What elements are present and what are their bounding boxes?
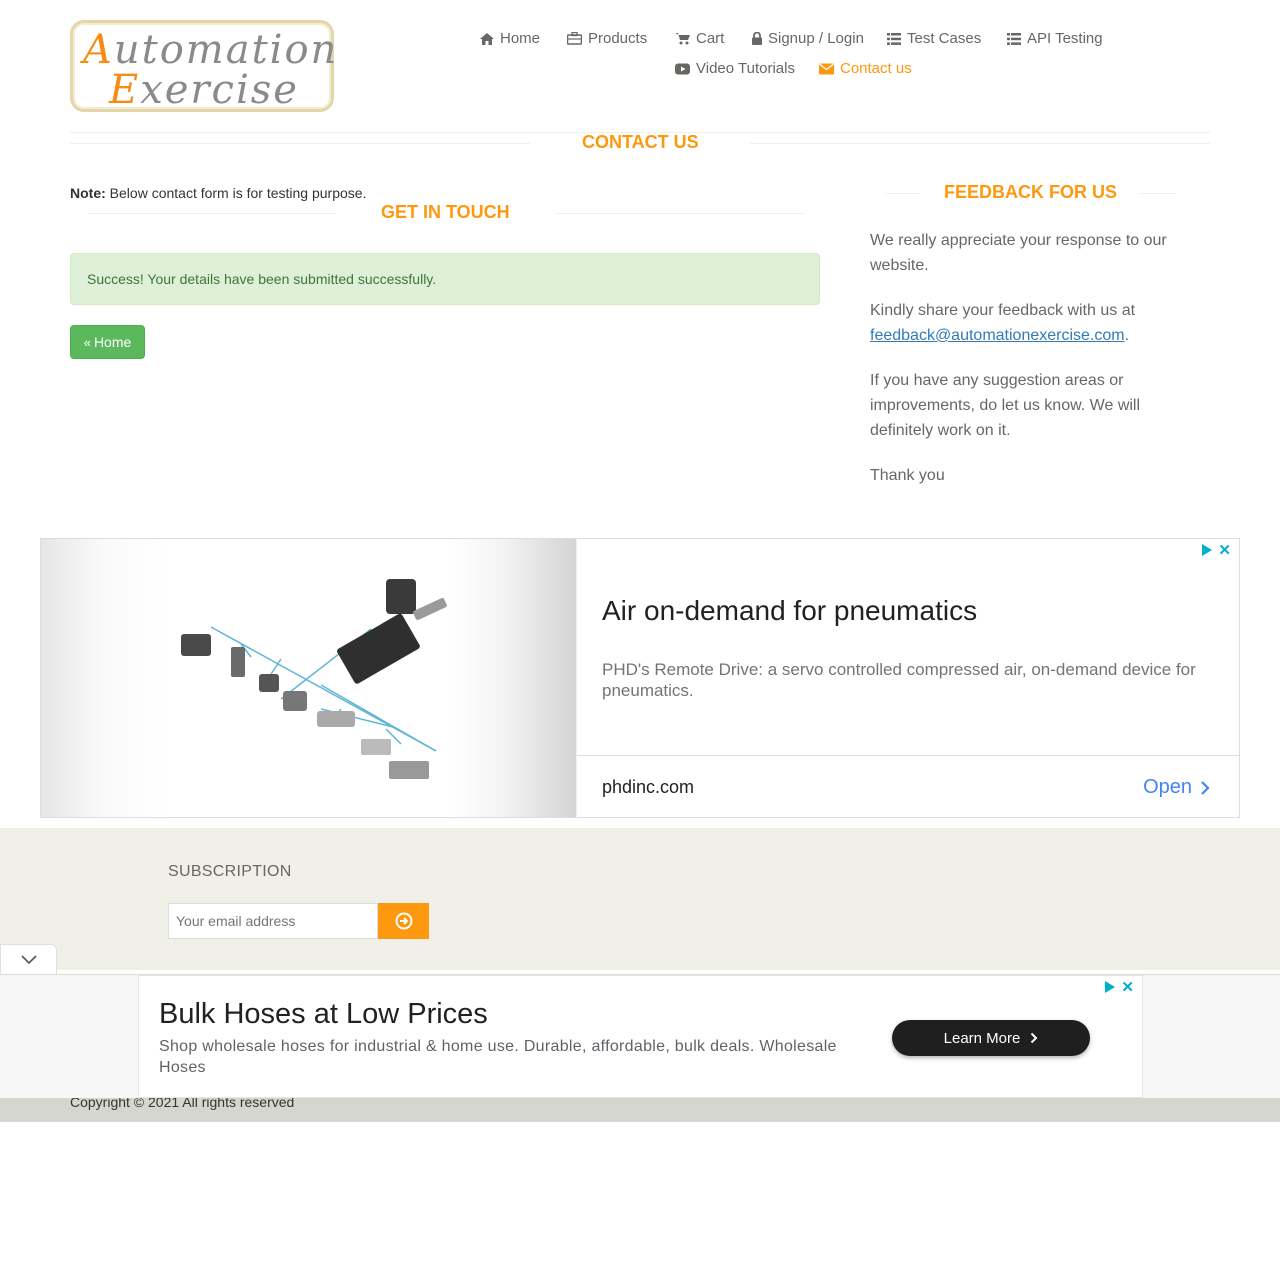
chevron-right-icon	[1201, 780, 1210, 795]
feedback-paragraph: Thank you	[870, 467, 945, 484]
ad-image[interactable]	[41, 539, 576, 817]
logo-line-2: Exercise	[109, 67, 299, 113]
subscribe-button[interactable]	[378, 903, 429, 939]
pneumatic-diagram-icon	[181, 579, 447, 779]
feedback-paragraph: If you have any suggestion areas or impr…	[870, 372, 1141, 439]
ad-collapse-toggle[interactable]	[0, 944, 57, 974]
success-alert: Success! Your details have been submitte…	[70, 253, 820, 305]
lock-icon	[752, 32, 762, 45]
nav-home-label: Home	[500, 30, 541, 47]
list-icon	[1007, 32, 1021, 45]
ad-choices[interactable]: ✕	[1105, 978, 1134, 996]
title-rule-right	[1140, 193, 1175, 194]
note-label: Note:	[70, 185, 106, 201]
nav-signup-login-label: Signup / Login	[768, 30, 864, 47]
ad-text-column[interactable]: Air on-demand for pneumatics PHD's Remot…	[576, 539, 1239, 817]
ad-learn-more-button[interactable]: Learn More	[892, 1020, 1090, 1056]
ad-description: Shop wholesale hoses for industrial & ho…	[159, 1038, 837, 1076]
get-in-touch-title: GET IN TOUCH	[381, 202, 510, 222]
ad-open-label: Open	[1143, 776, 1192, 798]
double-chevron-left-icon: «	[83, 334, 91, 350]
nav-api-testing[interactable]: API Testing	[1007, 30, 1103, 47]
ad-headline[interactable]: Bulk Hoses at Low Prices	[159, 998, 488, 1031]
close-icon[interactable]: ✕	[1218, 541, 1231, 559]
ad-description: PHD's Remote Drive: a servo controlled c…	[602, 660, 1196, 700]
envelope-icon	[819, 62, 834, 74]
ad-domain: phdinc.com	[602, 777, 695, 797]
ad-choices[interactable]: ✕	[1202, 541, 1231, 559]
list-icon	[887, 32, 901, 45]
ad-learn-more-label: Learn More	[943, 1029, 1021, 1047]
nav-contact-us[interactable]: Contact us	[819, 60, 912, 77]
title-rule-left	[885, 193, 920, 194]
ad-open-button[interactable]: Open	[1143, 776, 1210, 799]
cart-icon	[675, 33, 690, 45]
nav-cart-label: Cart	[696, 30, 725, 47]
feedback-paragraph: We really appreciate your response to ou…	[870, 232, 1167, 274]
subscription-email-input[interactable]	[168, 903, 378, 939]
ad-footer[interactable]: phdinc.com Open	[577, 755, 1239, 817]
chevron-down-icon	[20, 954, 37, 964]
nav-api-testing-label: API Testing	[1027, 30, 1103, 47]
nav-products[interactable]: Products	[567, 30, 647, 47]
nav-signup-login[interactable]: Signup / Login	[752, 30, 864, 47]
home-icon	[480, 32, 494, 45]
arrow-circle-right-icon	[395, 912, 412, 930]
feedback-paragraph: Kindly share your feedback with us at fe…	[870, 298, 1190, 348]
ad-banner-pneumatics[interactable]: Air on-demand for pneumatics PHD's Remot…	[40, 538, 1240, 818]
title-rule-right	[750, 143, 1210, 144]
title-rule-left	[70, 143, 530, 144]
contact-us-title: CONTACT US	[582, 132, 699, 152]
close-icon[interactable]: ✕	[1121, 978, 1134, 996]
ad-banner-hoses[interactable]: Bulk Hoses at Low Prices Shop wholesale …	[138, 975, 1143, 1098]
briefcase-icon	[567, 32, 582, 45]
home-button-label: Home	[93, 334, 132, 350]
feedback-email-link[interactable]: feedback@automationexercise.com	[870, 327, 1125, 344]
title-rule-right	[555, 213, 805, 214]
nav-contact-us-label: Contact us	[840, 60, 912, 77]
site-logo[interactable]: Automation Exercise	[70, 20, 336, 113]
subscription-title: SUBSCRIPTION	[168, 863, 292, 880]
note-text: Below contact form is for testing purpos…	[109, 185, 367, 201]
nav-home[interactable]: Home	[480, 30, 540, 47]
nav-cart[interactable]: Cart	[675, 30, 724, 47]
title-rule-left	[88, 213, 335, 214]
home-button[interactable]: « Home	[70, 325, 145, 359]
nav-video-tutorials-label: Video Tutorials	[696, 60, 795, 77]
nav-test-cases[interactable]: Test Cases	[887, 30, 981, 47]
testing-note: Note: Below contact form is for testing …	[70, 185, 366, 201]
ad-headline[interactable]: Air on-demand for pneumatics	[602, 595, 977, 627]
feedback-title: FEEDBACK FOR US	[944, 182, 1118, 202]
feedback-share-text: Kindly share your feedback with us at	[870, 302, 1136, 319]
feedback-period: .	[1124, 327, 1130, 344]
ad-choices-icon[interactable]	[1202, 544, 1213, 556]
youtube-icon	[675, 63, 690, 74]
nav-products-label: Products	[588, 30, 648, 47]
chevron-right-icon	[1031, 1032, 1038, 1044]
nav-test-cases-label: Test Cases	[907, 30, 982, 47]
footer-widget	[0, 828, 1280, 970]
nav-video-tutorials[interactable]: Video Tutorials	[675, 60, 795, 77]
ad-choices-icon[interactable]	[1105, 981, 1116, 993]
